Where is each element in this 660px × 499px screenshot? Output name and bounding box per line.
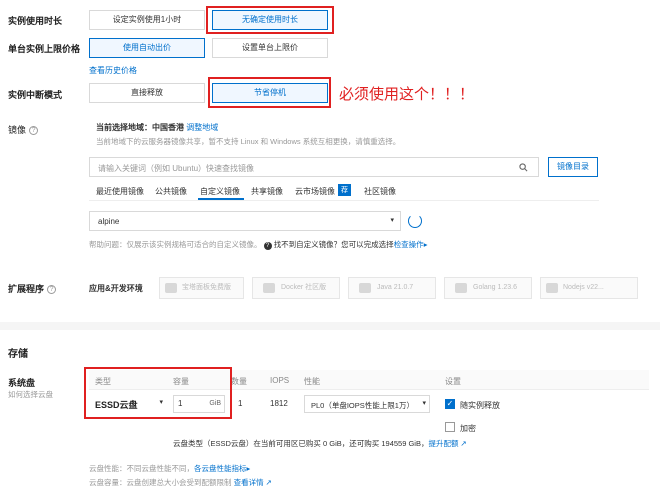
refresh-icon[interactable] [408,214,422,228]
duration-option-1h[interactable]: 设定实例使用1小时 [89,10,205,30]
performance-select[interactable]: PL0（单盘IOPS性能上限1万） ▾ [304,395,430,413]
tab-custom[interactable]: 自定义镜像 [200,186,240,197]
encrypt-label: 加密 [460,424,476,433]
question-icon: ? [263,242,272,250]
history-price-link[interactable]: 查看历史价格 [89,65,137,76]
highlight-disk [84,367,232,419]
check-link[interactable]: 检查操作 [394,240,424,249]
perf-note-text: 云盘性能：不同云盘性能不同， [89,464,194,473]
tab-market[interactable]: 云市场镜像 [295,186,335,197]
perf-note: 云盘性能：不同云盘性能不同，各云盘性能指标▸ [89,463,250,474]
image-catalog-button[interactable]: 镜像目录 [548,157,598,177]
ext-java-label: Java 21.0.7 [377,284,414,291]
system-disk-label: 系统盘 [8,378,36,388]
baota-icon [165,283,177,293]
ext-golang[interactable]: Golang 1.23.6 [444,277,532,299]
dropdown-caret-icon: ▾ [390,217,394,224]
how-choose-disk[interactable]: 如何选择云盘 [8,389,53,400]
arrow-icon: ▸ [423,240,428,249]
region-prefix: 当前选择地域：中国香港 [96,123,184,132]
image-note: 当前地域下的云服务器镜像共享，暂不支持 Linux 和 Windows 系统互相… [96,137,401,146]
image-label-text: 镜像 [8,125,27,135]
capacity-note: 云盘容量：云盘创建总大小会受到配额限制 查看详情 ↗ [89,477,272,488]
search-placeholder: 请输入关键词（例如 Ubuntu）快速查找镜像 [98,164,255,173]
help-icon[interactable]: ? [47,285,57,295]
extensions-label: 扩展程序? [8,282,57,295]
help-icon[interactable]: ? [29,126,39,136]
performance-value: PL0（单盘IOPS性能上限1万） [311,401,414,410]
extensions-category: 应用&开发环境 [89,284,143,293]
price-option-auto[interactable]: 使用自动出价 [89,38,205,58]
release-label: 随实例释放 [460,401,500,410]
interrupt-label: 实例中断模式 [8,90,63,100]
ext-java[interactable]: Java 21.0.7 [348,277,436,299]
adjust-region-link[interactable]: 调整地域 [186,123,218,132]
price-limit-label: 单台实例上限价格 [8,44,81,54]
header-count: 数量 [231,377,247,386]
header-settings: 设置 [445,377,461,386]
raise-quota-link[interactable]: 提升配额 [428,439,458,448]
release-checkbox[interactable]: ✓ [445,399,455,409]
help-question: 找不到自定义镜像？您可以完成选择 [273,240,394,249]
quota-info: 云盘类型（ESSD云盘）在当前可用区已购买 0 GiB，还可购买 194559 … [173,438,467,449]
tabs-divider [89,200,599,201]
capacity-note-text: 云盘容量：云盘创建总大小会受到配额限制 [89,478,232,487]
region-info: 当前选择地域：中国香港 调整地域 [96,122,218,133]
interrupt-option-release[interactable]: 直接释放 [89,83,205,103]
highlight-duration [206,6,334,34]
help-text: 帮助问题：仅展示该实例规格可适合的自定义镜像。 [89,240,262,249]
image-select[interactable]: alpine ▾ [89,211,401,231]
extensions-label-text: 扩展程序 [8,284,45,294]
ext-golang-label: Golang 1.23.6 [473,284,517,291]
ext-baota[interactable]: 宝塔面板免费版 [159,277,244,299]
golang-icon [455,283,467,293]
quota-text: 云盘类型（ESSD云盘）在当前可用区已购买 0 GiB，还可购买 194559 … [173,439,429,448]
storage-title: 存储 [8,349,28,360]
docker-icon [263,283,275,293]
ext-nodejs-label: Nodejs v22... [563,284,604,291]
header-iops: IOPS [270,376,290,385]
duration-label: 实例使用时长 [8,16,63,26]
performance-caret-icon: ▾ [422,400,426,407]
highlight-interrupt [208,77,331,108]
tab-community[interactable]: 社区镜像 [364,186,396,197]
image-help: 帮助问题：仅展示该实例规格可适合的自定义镜像。 ? 找不到自定义镜像？您可以完成… [89,239,427,250]
tab-recent[interactable]: 最近使用镜像 [96,186,144,197]
external-link-icon: ↗ [458,439,467,448]
details-link[interactable]: 查看详情 [234,478,264,487]
ext-baota-label: 宝塔面板免费版 [182,284,231,291]
perf-arrow-icon: ▸ [246,464,251,473]
details-external-icon: ↗ [263,478,272,487]
search-icon[interactable] [519,163,528,172]
tab-shared[interactable]: 共享镜像 [251,186,283,197]
header-performance: 性能 [304,377,320,386]
disk-iops: 1812 [270,399,288,408]
section-gap [0,322,660,330]
disk-count: 1 [238,399,243,408]
tab-public[interactable]: 公共镜像 [155,186,187,197]
recommend-badge: 荐 [338,184,351,196]
annotation-text: 必须使用这个！！！ [339,86,475,103]
perf-link[interactable]: 各云盘性能指标 [194,464,247,473]
selected-image: alpine [98,217,120,226]
encrypt-checkbox[interactable] [445,422,455,432]
ext-docker-label: Docker 社区版 [281,284,327,291]
image-label: 镜像? [8,123,39,136]
price-option-max[interactable]: 设置单台上限价 [212,38,328,58]
ext-docker[interactable]: Docker 社区版 [252,277,340,299]
java-icon [359,283,371,293]
nodejs-icon [546,283,558,293]
image-search-input[interactable]: 请输入关键词（例如 Ubuntu）快速查找镜像 [89,157,539,177]
ext-nodejs[interactable]: Nodejs v22... [540,277,638,299]
